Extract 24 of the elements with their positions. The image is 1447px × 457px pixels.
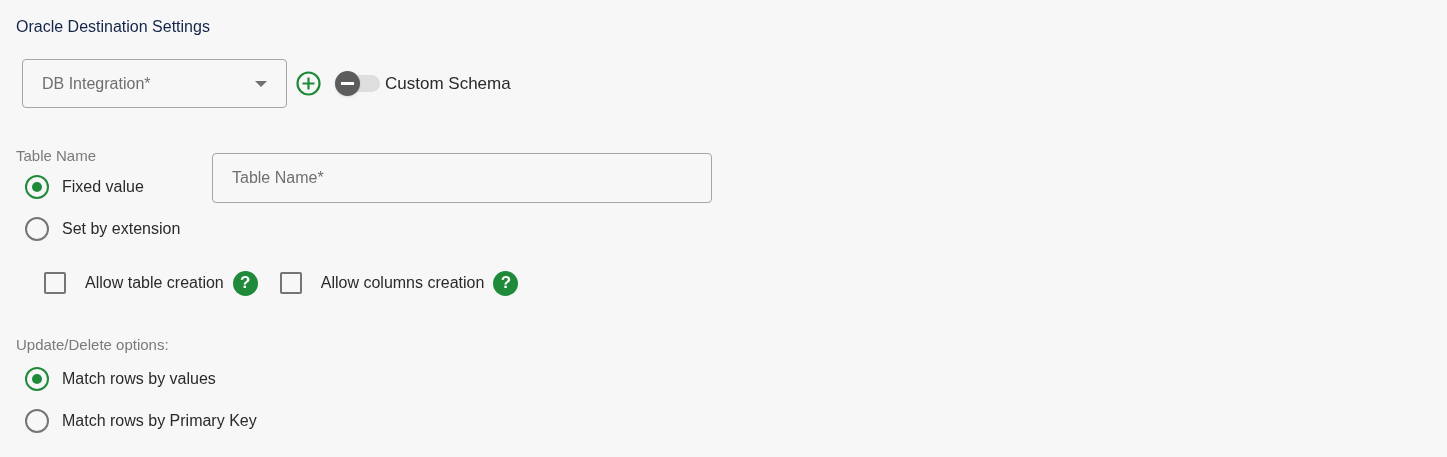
radio-label: Match rows by Primary Key xyxy=(62,411,257,431)
radio-button[interactable] xyxy=(25,367,49,391)
table-name-label: Table Name xyxy=(16,146,98,166)
dropdown-placeholder: DB Integration* xyxy=(42,73,151,94)
custom-schema-label: Custom Schema xyxy=(385,72,511,95)
radio-button[interactable] xyxy=(25,409,49,433)
checkbox[interactable] xyxy=(44,272,66,294)
radio-label: Fixed value xyxy=(62,177,144,197)
add-icon[interactable] xyxy=(296,71,321,96)
update-delete-label: Update/Delete options: xyxy=(16,335,170,355)
radio-button[interactable] xyxy=(25,217,49,241)
checkbox-label: Allow table creation xyxy=(85,273,224,293)
custom-schema-toggle[interactable] xyxy=(335,71,380,96)
section-title: Oracle Destination Settings xyxy=(16,17,211,37)
checkbox-label: Allow columns creation xyxy=(320,273,485,293)
checkbox[interactable] xyxy=(279,272,302,294)
radio-label: Set by extension xyxy=(62,219,181,239)
radio-button[interactable] xyxy=(25,175,49,199)
integration-dropdown[interactable]: DB Integration* xyxy=(22,59,287,108)
help-icon[interactable]: ? xyxy=(232,270,258,296)
caret-icon xyxy=(255,80,267,87)
table-name-field[interactable]: Table Name* xyxy=(212,153,712,203)
radio-label: Match rows by values xyxy=(62,369,216,389)
help-icon[interactable]: ? xyxy=(493,270,519,296)
